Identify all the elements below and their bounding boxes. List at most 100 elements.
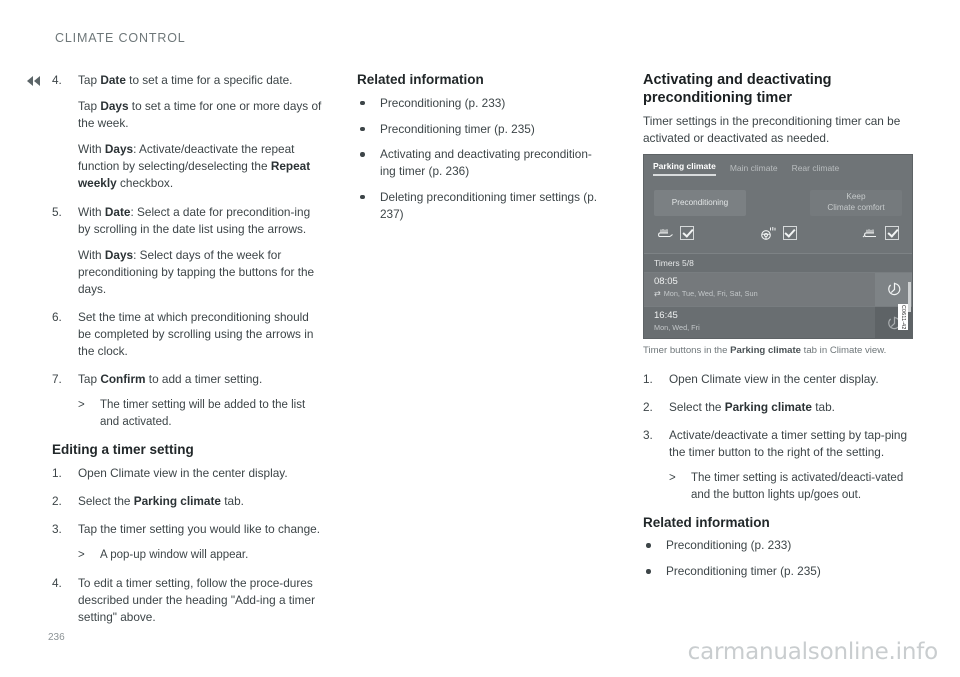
timer-row[interactable]: 08:05 ⇄ Mon, Tue, Wed, Fri, Sat, Sun: [643, 271, 913, 306]
double-left-arrow-icon[interactable]: [27, 76, 40, 86]
keep-label-line1: Keep: [846, 192, 866, 202]
infotainment-screenshot: Parking climate Main climate Rear climate …: [643, 153, 913, 339]
step-number: 3.: [643, 428, 653, 442]
repeat-weekly-icon: ⇄: [654, 288, 661, 298]
keyword: Date: [104, 204, 131, 219]
procedure-list-activating: 1. Open Climate view in the center displa…: [643, 371, 915, 504]
timer-row[interactable]: 16:45 Mon, Wed, Fri: [643, 305, 913, 339]
step-number: 5.: [52, 204, 62, 219]
related-information-heading: Related information: [357, 72, 484, 87]
step-text: Tap Date to set a time for a specific da…: [78, 73, 293, 87]
activating-intro: Timer settings in the preconditioning ti…: [643, 114, 901, 146]
step-text: Select the Parking climate tab.: [78, 493, 244, 508]
related-information-item[interactable]: Preconditioning timer (p. 235): [357, 121, 607, 138]
figure-caption: Timer buttons in the Parking climate tab…: [643, 345, 915, 358]
procedure-step: 5. With Date: Select a date for precondit…: [52, 204, 322, 298]
step-number: 3.: [52, 521, 62, 536]
procedure-step: 3. Tap the timer setting you would like t…: [52, 521, 322, 564]
heated-rear-seat-control[interactable]: [862, 225, 899, 240]
step-number: 7.: [52, 372, 62, 387]
step-text: Tap Confirm to add a timer setting.: [78, 372, 263, 387]
heated-steering-wheel-checkbox[interactable]: [782, 225, 797, 240]
preconditioning-button[interactable]: Preconditioning: [654, 189, 746, 216]
step-text: With Days: Select days of the week for p…: [78, 247, 315, 296]
step-result: > A pop-up window will appear.: [78, 547, 322, 564]
screenshot-tab-2[interactable]: Main climate: [730, 163, 778, 176]
column-middle: Related information Preconditioning (p. …: [357, 72, 607, 231]
step-text: To edit a timer setting, follow the proc…: [78, 575, 315, 624]
keyword: Days: [104, 142, 134, 157]
screenshot-scrollbar[interactable]: [908, 281, 911, 312]
result-marker: >: [78, 548, 85, 561]
timer-info: 16:45 Mon, Wed, Fri: [643, 307, 875, 339]
editing-timer-heading: Editing a timer setting: [52, 441, 194, 457]
step-number: 1.: [52, 465, 62, 480]
keep-label-line2: Climate comfort: [827, 202, 885, 212]
page-number: 236: [48, 632, 65, 643]
procedure-step: 1. Open Climate view in the center displa…: [643, 371, 915, 388]
keyword: Parking climate: [724, 399, 812, 414]
figure-reference-code: C0611-42: [898, 303, 908, 331]
procedure-step: 6. Set the time at which preconditioning …: [52, 309, 322, 360]
step-number: 2.: [643, 399, 653, 414]
related-information-item[interactable]: Deleting preconditioning timer settings …: [357, 189, 607, 223]
heated-steering-wheel-icon: [760, 226, 777, 240]
heated-seat-control[interactable]: [657, 225, 694, 240]
step-text: Open Climate view in the center display.: [669, 371, 879, 386]
procedure-list-editing: 1. Open Climate view in the center displa…: [52, 465, 322, 626]
procedure-step: 4. Tap Date to set a time for a specific …: [52, 72, 322, 193]
step-number: 2.: [52, 493, 62, 508]
related-information-item[interactable]: Preconditioning timer (p. 235): [643, 563, 915, 580]
step-text: With Date: Select a date for preconditio…: [78, 204, 311, 236]
step-text: Tap the timer setting you would like to …: [78, 521, 320, 536]
screenshot-tab-3[interactable]: Rear climate: [792, 163, 840, 176]
procedure-step: 2. Select the Parking climate tab.: [52, 493, 322, 510]
timer-info: 08:05 ⇄ Mon, Tue, Wed, Fri, Sat, Sun: [643, 273, 875, 306]
step-text: Select the Parking climate tab.: [669, 399, 835, 414]
manual-page: CLIMATE CONTROL 4. Tap Date to set a time…: [0, 0, 960, 677]
procedure-step: 1. Open Climate view in the center displa…: [52, 465, 322, 482]
screenshot-tab-bar: Parking climate Main climate Rear climate: [643, 154, 913, 176]
timer-list: 08:05 ⇄ Mon, Tue, Wed, Fri, Sat, Sun 16:45 M…: [643, 271, 913, 339]
related-information-item[interactable]: Activating and deactivating precondition…: [357, 146, 607, 180]
related-information-item[interactable]: Preconditioning (p. 233): [357, 95, 607, 112]
caption-bold: Parking climate: [730, 344, 802, 356]
keyword: Days: [104, 247, 134, 262]
site-watermark: carmanualsonline.info: [687, 639, 939, 665]
procedure-list-adding: 4. Tap Date to set a time for a specific …: [52, 72, 322, 431]
timer-time: 16:45: [654, 309, 678, 321]
keyword: Confirm: [100, 372, 146, 387]
step-text: Open Climate view in the center display.: [78, 465, 288, 480]
page-title: CLIMATE CONTROL: [55, 31, 186, 45]
timers-count-label: Timers 5/8: [643, 252, 913, 272]
right-related-information-heading: Related information: [643, 514, 770, 530]
heated-rear-seat-icon: [862, 226, 879, 240]
keyword: Parking climate: [133, 493, 221, 508]
related-information-list: Preconditioning (p. 233) Preconditioning …: [357, 95, 607, 223]
heated-seat-icon: [657, 226, 674, 240]
step-number: 1.: [643, 371, 653, 386]
procedure-step: 4. To edit a timer setting, follow the pr…: [52, 575, 322, 626]
heated-rear-seat-checkbox[interactable]: [885, 225, 899, 240]
heated-seat-checkbox[interactable]: [680, 225, 694, 240]
keyword: Date: [100, 73, 126, 87]
screenshot-heat-icon-row: [643, 216, 913, 240]
procedure-step: 2. Select the Parking climate tab.: [643, 399, 915, 416]
timer-time: 08:05: [654, 275, 678, 287]
screenshot-tab-1[interactable]: Parking climate: [653, 161, 716, 176]
column-left: 4. Tap Date to set a time for a specific …: [52, 72, 322, 637]
timer-days: ⇄ Mon, Tue, Wed, Fri, Sat, Sun: [654, 288, 758, 298]
heated-steering-wheel-control[interactable]: [760, 225, 797, 240]
step-text: With Days: Activate/deactivate the repea…: [78, 142, 311, 191]
keep-climate-comfort-button[interactable]: Keep Climate comfort: [810, 189, 902, 216]
keyword: Days: [100, 99, 129, 114]
step-number: 4.: [52, 575, 62, 590]
related-information-item[interactable]: Preconditioning (p. 233): [643, 537, 915, 554]
timer-days: Mon, Wed, Fri: [654, 322, 700, 332]
step-text: Set the time at which preconditioning sh…: [78, 310, 314, 359]
step-result: > The timer setting will be added to the …: [78, 399, 306, 429]
step-number: 6.: [52, 310, 62, 325]
result-marker: >: [78, 399, 85, 412]
caption-post: tab in Climate view.: [801, 344, 887, 356]
caption-pre: Timer buttons in the: [643, 344, 731, 356]
